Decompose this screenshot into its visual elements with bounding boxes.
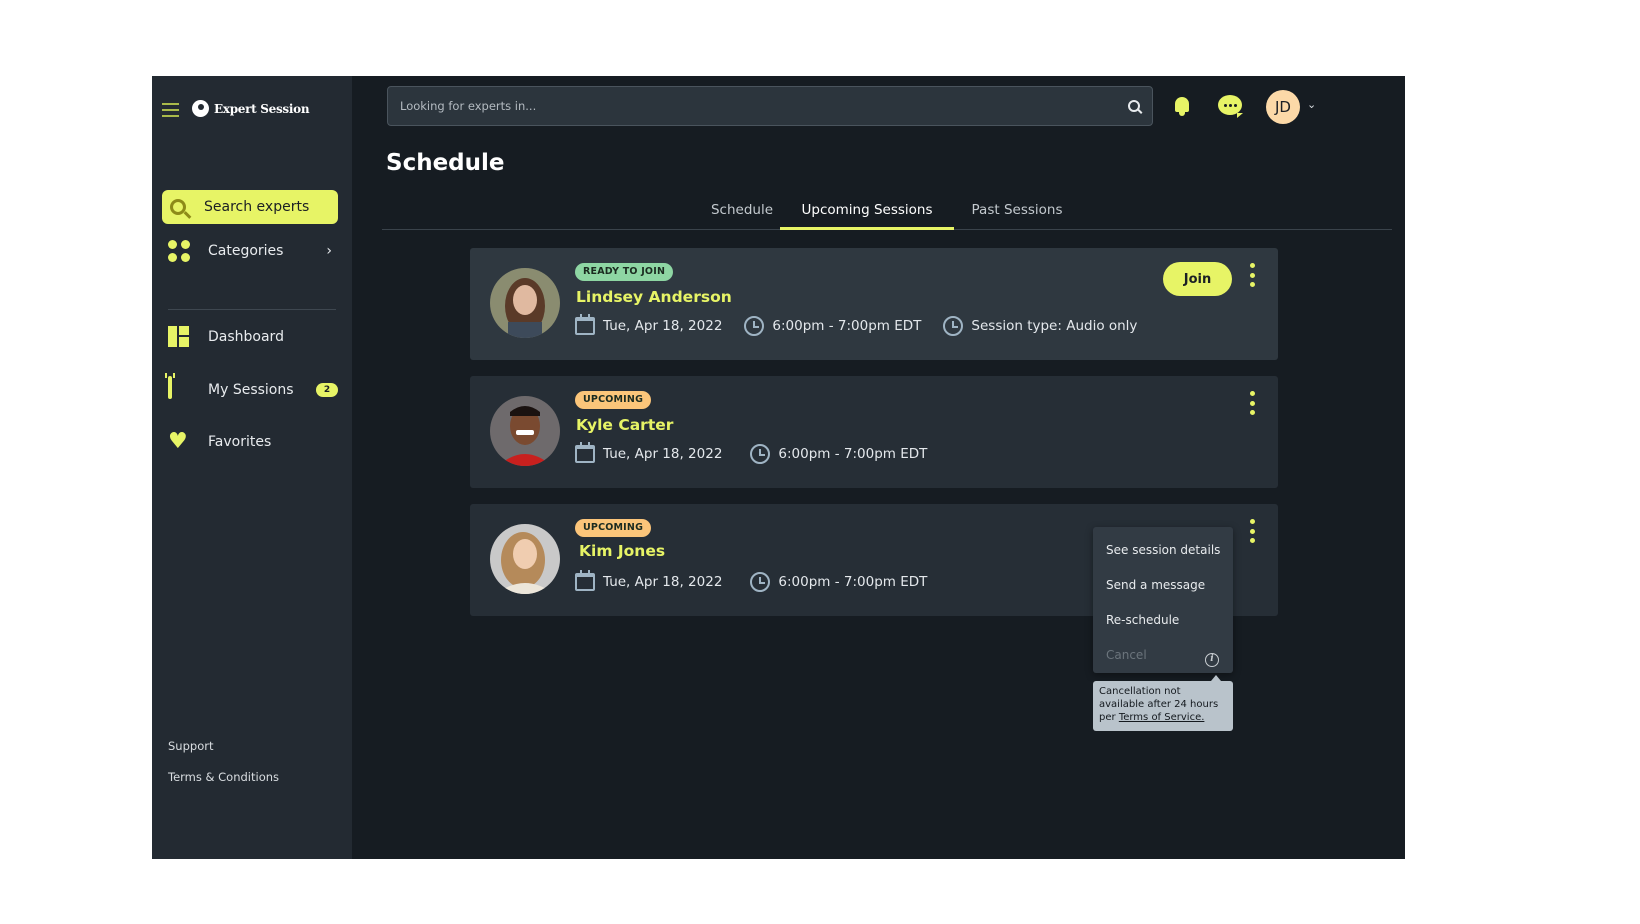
tab-schedule[interactable]: Schedule (700, 200, 784, 230)
search-input[interactable] (400, 99, 1128, 113)
clock-icon (750, 444, 771, 464)
sessions-count-badge: 2 (316, 383, 338, 397)
calendar-icon (575, 570, 595, 591)
session-card: READY TO JOIN Lindsey Anderson Tue, Apr … (470, 248, 1278, 360)
menu-item-send-message[interactable]: Send a message (1106, 578, 1226, 592)
support-link[interactable]: Support (168, 739, 213, 753)
sidebar-item-favorites[interactable]: ♥ Favorites (168, 431, 338, 453)
calendar-icon (575, 314, 595, 335)
session-meta: Tue, Apr 18, 2022 6:00pm - 7:00pm EDT Se… (575, 314, 1159, 336)
menu-item-reschedule[interactable]: Re-schedule (1106, 613, 1226, 627)
sidebar-item-dashboard[interactable]: Dashboard (168, 326, 338, 348)
dashboard-icon (168, 326, 190, 348)
cancel-tooltip: Cancellation not available after 24 hour… (1093, 675, 1233, 731)
sidebar-item-my-sessions[interactable]: My Sessions 2 (168, 376, 338, 401)
session-type: Session type: Audio only (971, 318, 1138, 334)
status-badge: UPCOMING (575, 519, 652, 537)
more-options-icon[interactable] (1247, 389, 1257, 417)
sidebar-item-label: Categories (208, 243, 284, 259)
expert-name[interactable]: Lindsey Anderson (576, 288, 732, 306)
heart-icon: ♥ (168, 429, 188, 454)
session-time: 6:00pm - 7:00pm EDT (772, 318, 922, 334)
session-options-menu: See session details Send a message Re-sc… (1093, 527, 1233, 673)
menu-item-see-session-details[interactable]: See session details (1106, 543, 1226, 557)
page-title: Schedule (386, 150, 505, 176)
search-icon[interactable] (1128, 100, 1140, 112)
expert-name[interactable]: Kim Jones (579, 542, 665, 560)
logo-icon (192, 100, 209, 117)
calendar-icon (168, 376, 190, 401)
chevron-right-icon: › (326, 243, 332, 259)
more-options-icon[interactable] (1247, 261, 1257, 289)
calendar-icon (575, 442, 595, 463)
messages-icon[interactable] (1218, 95, 1243, 118)
sidebar-item-categories[interactable]: Categories › (168, 240, 338, 262)
tab-bar: Schedule Upcoming Sessions Past Sessions (382, 200, 1392, 230)
terms-conditions-link[interactable]: Terms & Conditions (168, 770, 279, 784)
sidebar: Expert Session Search experts Categories… (152, 76, 352, 859)
session-date: Tue, Apr 18, 2022 (603, 318, 723, 334)
categories-icon (168, 240, 190, 262)
clock-icon (744, 316, 765, 336)
tab-upcoming-sessions[interactable]: Upcoming Sessions (780, 200, 954, 230)
search-experts-button[interactable]: Search experts (162, 190, 338, 224)
session-meta: Tue, Apr 18, 2022 6:00pm - 7:00pm EDT (575, 442, 949, 464)
hamburger-menu-icon[interactable] (162, 103, 179, 117)
sidebar-divider (168, 309, 336, 310)
session-date: Tue, Apr 18, 2022 (603, 446, 723, 462)
clock-icon (943, 316, 964, 336)
session-date: Tue, Apr 18, 2022 (603, 574, 723, 590)
brand-logo[interactable]: Expert Session (192, 100, 310, 117)
clock-icon (750, 572, 771, 592)
join-button[interactable]: Join (1163, 262, 1232, 296)
session-meta: Tue, Apr 18, 2022 6:00pm - 7:00pm EDT (575, 570, 949, 592)
expert-avatar (490, 396, 560, 466)
search-bar (387, 86, 1153, 126)
expert-avatar (490, 268, 560, 338)
sidebar-item-label: Dashboard (208, 329, 284, 345)
tab-past-sessions[interactable]: Past Sessions (967, 200, 1067, 230)
app-window: Expert Session Search experts Categories… (152, 76, 1405, 859)
search-icon (170, 199, 186, 215)
session-card: UPCOMING Kyle Carter Tue, Apr 18, 2022 6… (470, 376, 1278, 488)
session-time: 6:00pm - 7:00pm EDT (778, 574, 928, 590)
notification-bell-icon[interactable] (1175, 97, 1189, 116)
user-avatar[interactable]: JD (1266, 90, 1300, 124)
search-experts-label: Search experts (204, 199, 310, 215)
terms-of-service-link[interactable]: Terms of Service. (1119, 712, 1205, 723)
sidebar-item-label: Favorites (208, 434, 272, 450)
session-time: 6:00pm - 7:00pm EDT (778, 446, 928, 462)
more-options-icon[interactable] (1247, 517, 1257, 545)
brand-name: Expert Session (214, 101, 310, 116)
expert-name[interactable]: Kyle Carter (576, 416, 673, 434)
status-badge: UPCOMING (575, 391, 652, 409)
status-badge: READY TO JOIN (575, 263, 674, 281)
sidebar-item-label: My Sessions (208, 382, 294, 398)
chevron-down-icon[interactable]: ⌄ (1307, 98, 1316, 111)
expert-avatar (490, 524, 560, 594)
info-icon[interactable]: i (1205, 653, 1219, 667)
